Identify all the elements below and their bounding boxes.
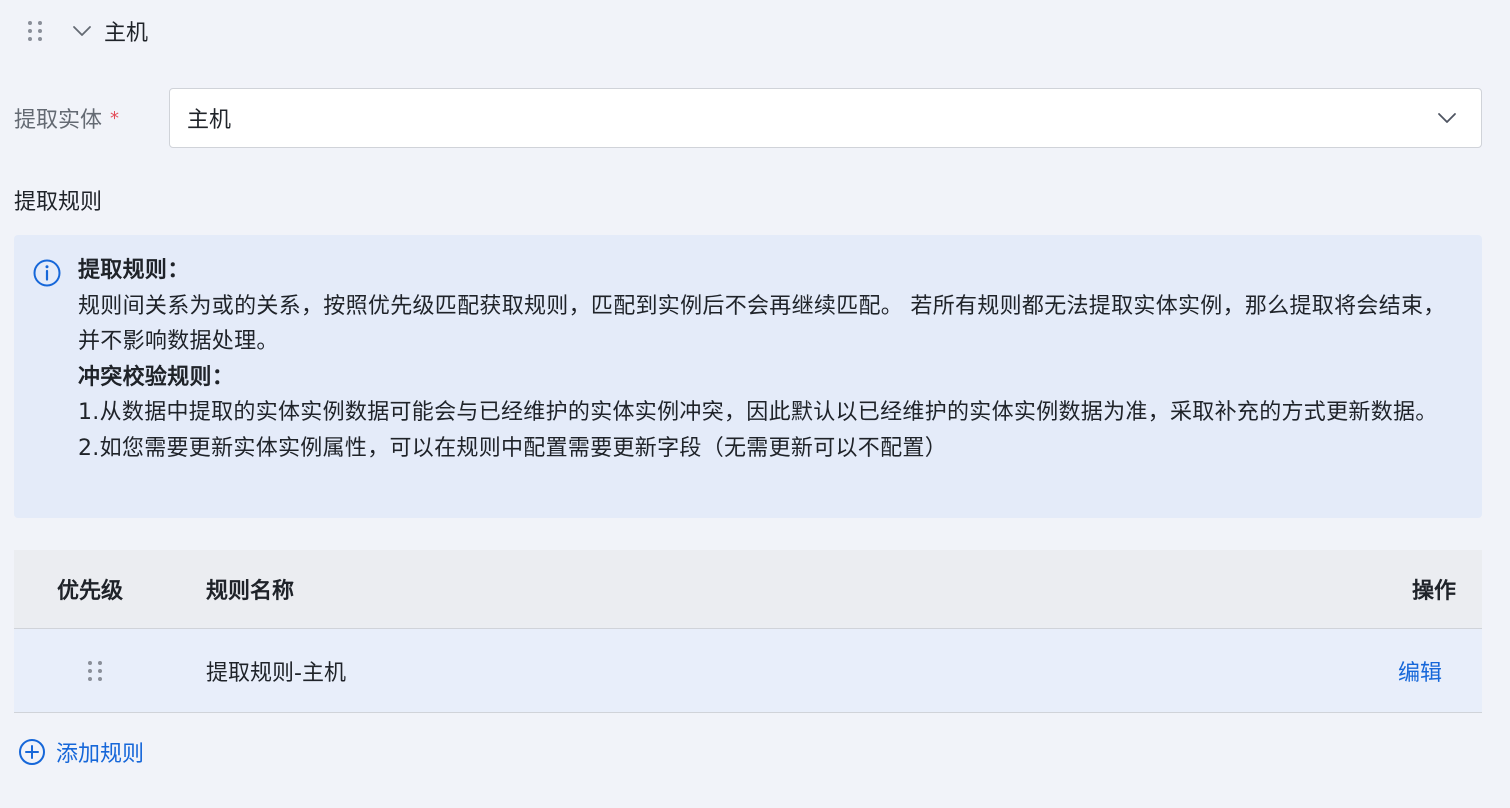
entity-form-row: 提取实体 * 主机 [14,87,1482,149]
section-title: 主机 [104,21,149,46]
chevron-down-icon[interactable] [72,21,92,41]
alert-text-extract: 规则间关系为或的关系，按照优先级匹配获取规则，匹配到实例后不会再继续匹配。 若所… [78,293,1446,355]
column-header-name: 规则名称 [206,579,295,604]
rules-table: 优先级 规则名称 操作 提取规则-主机 编辑 [14,550,1482,713]
rule-name-cell: 提取规则-主机 [206,660,346,686]
add-circle-icon [19,739,45,765]
column-header-action: 操作 [1411,579,1456,604]
table-header: 优先级 规则名称 操作 [14,550,1482,629]
add-rule-button[interactable]: 添加规则 [18,736,144,768]
table-row: 提取规则-主机 编辑 [14,629,1482,713]
alert-heading-extract: 提取规则： [78,258,190,283]
entity-select-value: 主机 [187,108,232,133]
entity-select[interactable]: 主机 [169,88,1482,148]
alert-heading-conflict: 冲突校验规则： [78,364,235,390]
info-icon [33,259,61,287]
rules-label: 提取规则 [14,190,103,215]
info-alert: 提取规则： 规则间关系为或的关系，按照优先级匹配获取规则，匹配到实例后不会再继续… [14,235,1482,518]
action-cell: 编辑 [1372,655,1482,687]
alert-text-conflict-2: 2.如您需要更新实体实例属性，可以在规则中配置需要更新字段（无需更新可以不配置） [78,435,947,461]
priority-cell [14,660,206,681]
drag-handle-icon[interactable] [28,21,42,41]
section-header: 主机 [28,12,148,50]
column-header-priority: 优先级 [57,579,124,604]
row-drag-handle-icon[interactable] [88,660,102,681]
edit-link[interactable]: 编辑 [1398,661,1456,686]
select-chevron-down-icon [1438,113,1456,123]
add-rule-label: 添加规则 [56,742,145,767]
alert-text-conflict-1: 1.从数据中提取的实体实例数据可能会与已经维护的实体实例冲突，因此默认以已经维护… [78,400,1438,425]
entity-label: 提取实体 * [14,102,169,134]
required-mark: * [110,107,120,129]
rule-config-panel: 主机 提取实体 * 主机 提取规则 提取规则： 规则间关系为或的关系，按照优先级… [0,0,1510,808]
entity-label-text: 提取实体 [14,108,103,133]
